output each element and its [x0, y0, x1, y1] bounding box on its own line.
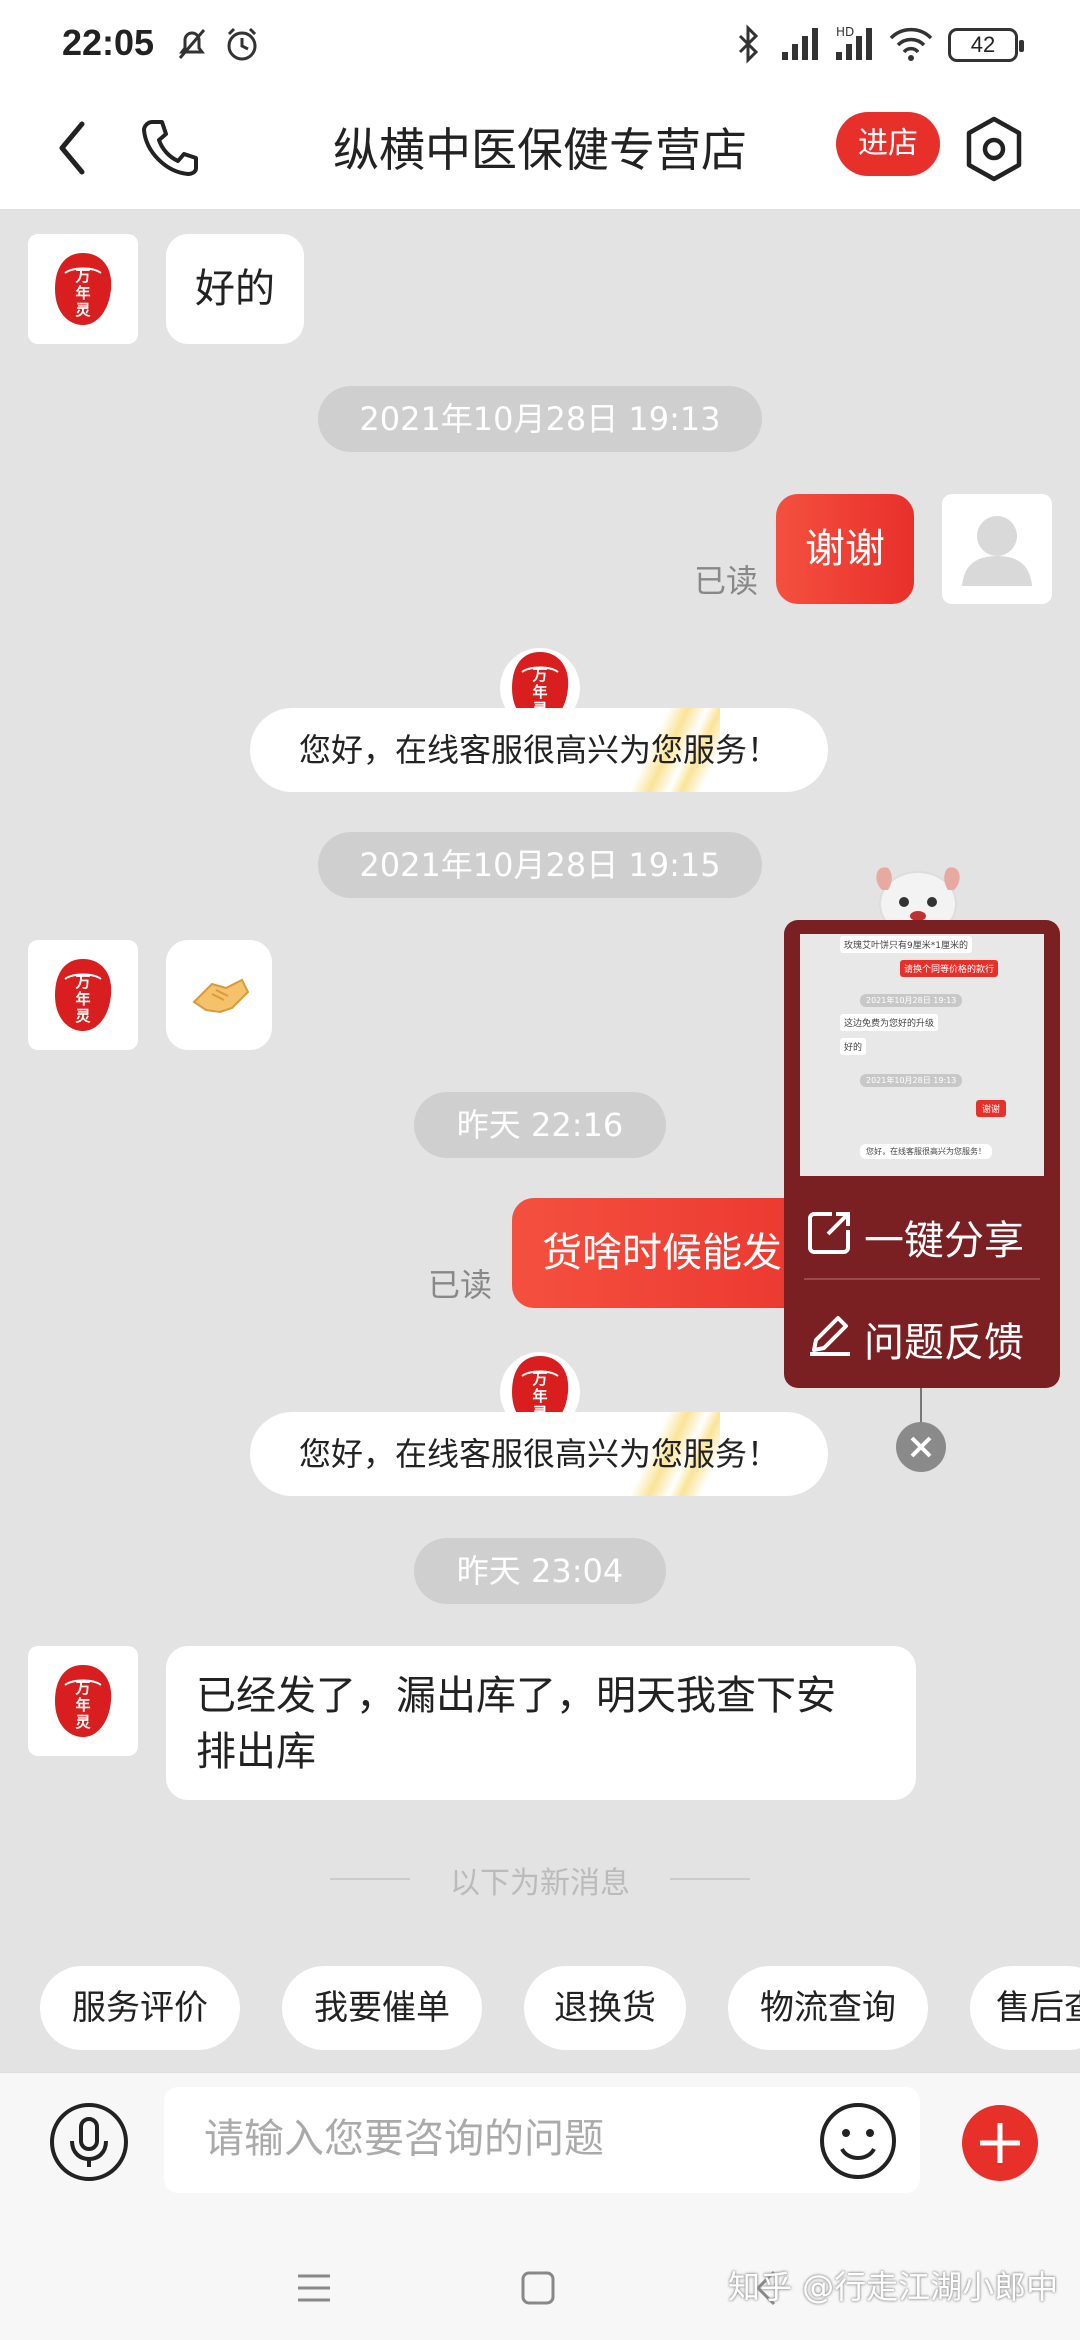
- timestamp-pill: 昨天 23:04: [414, 1538, 666, 1604]
- message-line: 已经发了，漏出库了，明天我查下安: [196, 1673, 836, 1719]
- preview-text: 您好，在线客服很高兴为您服务！: [860, 1144, 992, 1159]
- share-button[interactable]: 一键分享: [784, 1184, 1060, 1280]
- preview-text: 2021年10月28日 19:13: [860, 994, 963, 1007]
- preview-text: 谢谢: [976, 1100, 1007, 1117]
- feedback-button[interactable]: 问题反馈: [784, 1286, 1060, 1382]
- preview-text: 2021年10月28日 19:13: [860, 1074, 963, 1087]
- chip-return-exchange[interactable]: 退换货: [524, 1966, 686, 2050]
- message-bubble-incoming[interactable]: 已经发了，漏出库了，明天我查下安 排出库: [166, 1646, 916, 1800]
- handshake-icon: [192, 978, 250, 1014]
- message-input-box[interactable]: [164, 2087, 920, 2193]
- floating-share-panel: 玫瑰艾叶饼只有9厘米*1厘米的 请换个同等价格的款行 2021年10月28日 1…: [784, 920, 1060, 1388]
- close-float-button[interactable]: [896, 1422, 946, 1472]
- wifi-icon: [889, 27, 933, 61]
- message-bubble-incoming[interactable]: [166, 940, 272, 1050]
- settings-hexagon-icon[interactable]: [962, 114, 1026, 184]
- shop-avatar[interactable]: [28, 234, 138, 344]
- edit-pencil-icon: [810, 1316, 850, 1356]
- shop-logo-icon: [54, 252, 113, 326]
- chat-screenshot-preview[interactable]: 玫瑰艾叶饼只有9厘米*1厘米的 请换个同等价格的款行 2021年10月28日 1…: [800, 934, 1044, 1176]
- share-label: 一键分享: [864, 1218, 1024, 1264]
- message-line: 排出库: [196, 1729, 316, 1775]
- preview-text: 好的: [840, 1038, 867, 1055]
- read-status: 已读: [428, 1266, 493, 1304]
- chip-urge-order[interactable]: 我要催单: [282, 1966, 482, 2050]
- close-icon: [910, 1436, 932, 1458]
- chip-service-rating[interactable]: 服务评价: [40, 1966, 240, 2050]
- new-messages-divider: 以下为新消息: [330, 1858, 750, 1902]
- watermark: 知乎 @行走江湖小郎中: [728, 2268, 1059, 2306]
- alarm-clock-icon: [227, 27, 257, 61]
- welcome-text: 您好，在线客服很高兴为您服务！: [298, 1435, 779, 1473]
- chip-logistics[interactable]: 物流查询: [728, 1966, 928, 2050]
- input-bar: [0, 2072, 1080, 2212]
- shop-logo-icon: [54, 1664, 113, 1738]
- phone-icon[interactable]: [140, 116, 200, 180]
- status-bar: 22:05 HD 42: [0, 0, 1080, 88]
- home-icon[interactable]: [520, 2270, 556, 2306]
- preview-text: 玫瑰艾叶饼只有9厘米*1厘米的: [840, 936, 972, 953]
- chat-header: 纵横中医保健专营店 进店: [0, 88, 1080, 210]
- system-welcome-message: 您好，在线客服很高兴为您服务！: [250, 1412, 828, 1496]
- enter-shop-button[interactable]: 进店: [836, 112, 940, 176]
- share-icon: [808, 1212, 850, 1254]
- chip-after-sales[interactable]: 售后查: [970, 1966, 1080, 2050]
- timestamp-pill: 2021年10月28日 19:13: [318, 386, 762, 452]
- preview-text: 这边免费为您好的升级: [840, 1014, 939, 1031]
- bluetooth-icon: [738, 24, 759, 64]
- system-welcome-message: 您好，在线客服很高兴为您服务！: [250, 708, 828, 792]
- feedback-label: 问题反馈: [864, 1320, 1024, 1366]
- shop-logo-icon: [54, 958, 113, 1032]
- status-time: 22:05: [62, 22, 155, 63]
- preview-text: 请换个同等价格的款行: [900, 960, 999, 977]
- page-title: 纵横中医保健专营店: [333, 123, 747, 177]
- hd-signal-icon: HD: [836, 25, 872, 60]
- svg-text:HD: HD: [836, 25, 854, 39]
- plus-icon[interactable]: [960, 2103, 1040, 2183]
- shop-avatar[interactable]: [28, 940, 138, 1050]
- shop-avatar[interactable]: [28, 1646, 138, 1756]
- message-input[interactable]: [204, 2111, 824, 2167]
- timestamp-pill: 昨天 22:16: [414, 1092, 666, 1158]
- battery-indicator: 42: [948, 28, 1024, 62]
- mute-bell-icon: [178, 29, 206, 59]
- menu-icon[interactable]: [296, 2272, 332, 2304]
- timestamp-pill: 2021年10月28日 19:15: [318, 832, 762, 898]
- signal-icon: [782, 28, 818, 60]
- welcome-text: 您好，在线客服很高兴为您服务！: [298, 731, 779, 769]
- microphone-icon[interactable]: [48, 2101, 130, 2183]
- message-bubble-outgoing[interactable]: 谢谢: [776, 494, 914, 604]
- user-avatar[interactable]: [942, 494, 1052, 604]
- user-avatar-icon: [962, 516, 1032, 586]
- message-bubble-incoming[interactable]: 好的: [166, 234, 304, 344]
- read-status: 已读: [694, 562, 759, 600]
- emoji-icon[interactable]: [818, 2101, 898, 2181]
- back-arrow-icon[interactable]: [52, 118, 92, 178]
